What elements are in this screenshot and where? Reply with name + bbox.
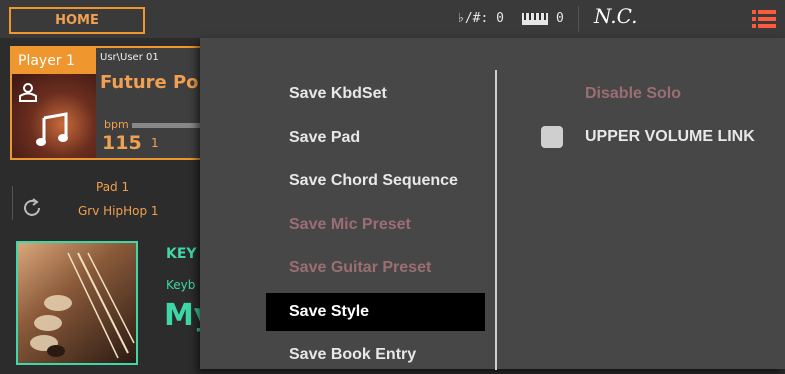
menu-item-save-pad[interactable]: Save Pad (266, 119, 485, 157)
piano-image-icon (30, 252, 135, 359)
chord-readout: N.C. (594, 4, 638, 28)
player-1-panel[interactable]: Player 1 Usr\User 01 Future Pop bpm 115 … (10, 46, 212, 160)
menu-item-save-mic-preset: Save Mic Preset (289, 216, 411, 233)
menu-item-save-guitar-preset: Save Guitar Preset (289, 259, 432, 276)
bpm-value: 115 (102, 132, 142, 154)
keyboard-set-label: KEY (166, 246, 197, 262)
menu-item-save-kbdset[interactable]: Save KbdSet (266, 75, 485, 113)
menu-item-save-style[interactable]: Save Style (266, 293, 485, 331)
bpm-label: bpm (104, 118, 129, 131)
home-button[interactable]: HOME (9, 7, 145, 34)
music-note-icon (36, 112, 68, 146)
keyboard-set-sub: Keyb (166, 278, 196, 292)
octave-value: 0 (556, 11, 564, 26)
user-icon (19, 83, 37, 102)
pad-name[interactable]: Grv HipHop 1 (78, 204, 159, 218)
song-name: Future Pop (100, 72, 212, 93)
page-menu-popup: Save KbdSet Save Pad Save Chord Sequence… (200, 38, 785, 370)
keyboard-set-artwork[interactable] (16, 241, 138, 365)
pad-divider (12, 186, 13, 220)
upper-volume-link-label[interactable]: UPPER VOLUME LINK (585, 128, 755, 146)
menu-column-divider (495, 70, 497, 370)
menu-icon[interactable] (752, 10, 776, 28)
pad-title[interactable]: Pad 1 (96, 180, 129, 194)
status-divider (578, 6, 579, 32)
refresh-icon[interactable] (20, 196, 44, 220)
upper-volume-link-checkbox[interactable] (541, 126, 563, 148)
menu-item-save-chord-sequence[interactable]: Save Chord Sequence (266, 162, 485, 200)
bar-counter: 1 (151, 136, 159, 150)
menu-item-disable-solo: Disable Solo (585, 85, 682, 102)
bpm-progress-bar (132, 123, 210, 128)
transpose-readout[interactable]: ♭/#: 0 (457, 8, 504, 30)
song-path: Usr\User 01 (100, 52, 159, 63)
player-tab: Player 1 (12, 48, 96, 74)
menu-item-save-book-entry[interactable]: Save Book Entry (266, 336, 485, 374)
keyboard-icon (522, 12, 548, 25)
octave-readout[interactable]: 0 (522, 8, 564, 30)
song-artwork (12, 74, 96, 158)
top-bar: HOME ♭/#: 0 0 N.C. (0, 0, 785, 38)
